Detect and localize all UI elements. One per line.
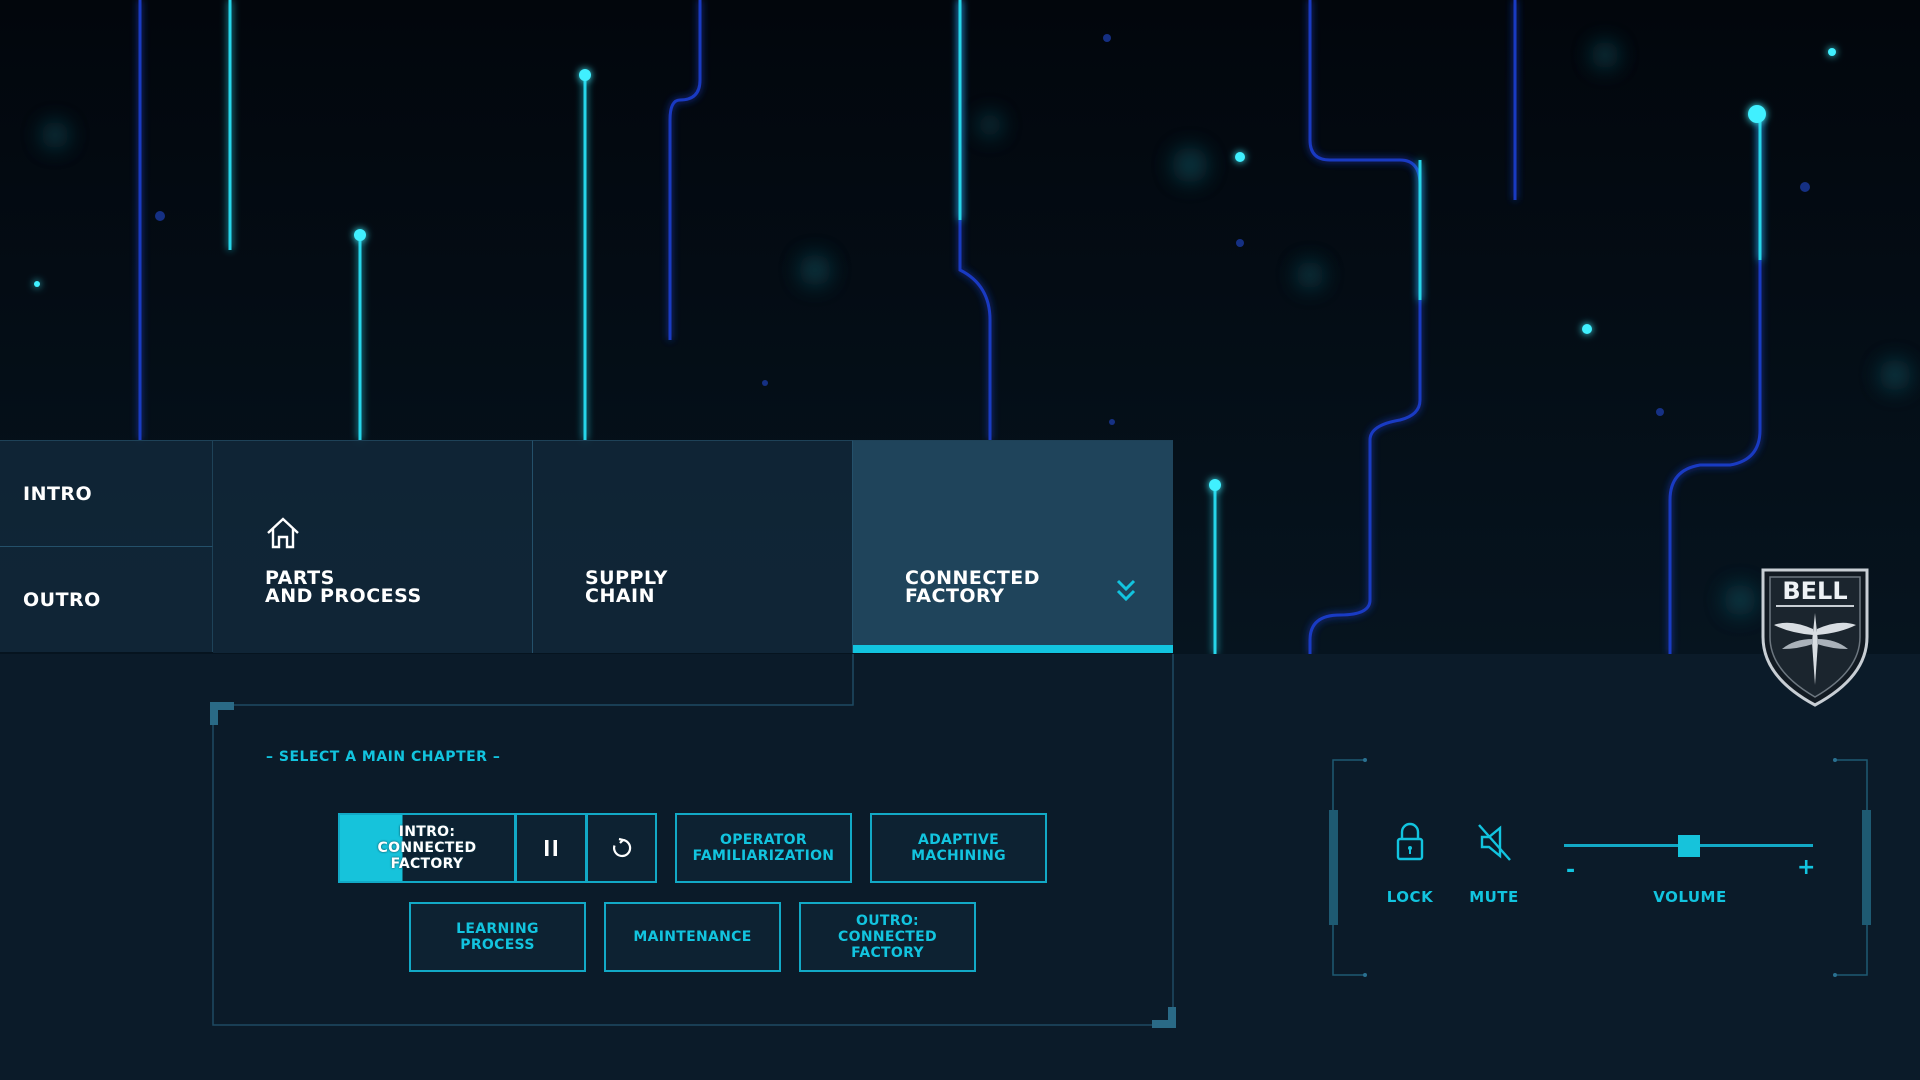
tab-parts-and-process[interactable]: PARTS AND PROCESS [213,440,533,653]
tab-supply-chain[interactable]: SUPPLY CHAIN [533,440,853,653]
volume-plus-button[interactable]: + [1797,855,1815,880]
chapter-intro-label: INTRO: CONNECTED FACTORY [377,824,477,872]
chapter-learning-process-button[interactable]: LEARNING PROCESS [409,902,586,972]
replay-button[interactable] [586,813,657,883]
tab-connected-factory[interactable]: CONNECTED FACTORY [853,440,1173,653]
chevron-double-down-icon[interactable] [1115,577,1137,605]
volume-slider-thumb[interactable] [1678,835,1700,857]
pause-icon [545,840,557,856]
pause-button[interactable] [515,813,587,883]
nav-intro-label: INTRO [23,482,93,505]
chapter-prompt: – SELECT A MAIN CHAPTER – [266,749,501,765]
tab-supply-chain-label: SUPPLY CHAIN [585,567,668,607]
tab-parts-and-process-label: PARTS AND PROCESS [265,567,422,607]
nav-outro[interactable]: OUTRO [0,546,213,652]
chapter-operator-familiarization-button[interactable]: OPERATOR FAMILIARIZATION [675,813,852,883]
volume-label: VOLUME [1653,888,1727,906]
mute-label: MUTE [1469,888,1519,906]
nav-outro-label: OUTRO [23,588,101,611]
home-icon [267,517,299,549]
nav-intro[interactable]: INTRO [0,440,213,546]
volume-minus-button[interactable]: - [1566,858,1575,883]
chapter-outro-connected-factory-button[interactable]: OUTRO: CONNECTED FACTORY [799,902,976,972]
controls-frame [1329,758,1871,977]
mute-icon[interactable] [1474,820,1514,864]
lock-icon[interactable] [1390,820,1430,864]
lock-label: LOCK [1386,888,1434,906]
bell-logo-text: BELL [1782,577,1847,605]
chapter-intro-connected-factory-button[interactable]: INTRO: CONNECTED FACTORY [338,813,516,883]
chapter-maintenance-button[interactable]: MAINTENANCE [604,902,781,972]
replay-icon [612,837,631,858]
chapter-adaptive-machining-button[interactable]: ADAPTIVE MACHINING [870,813,1047,883]
tab-connected-factory-label: CONNECTED FACTORY [905,567,1041,607]
bell-logo: BELL [1761,568,1869,707]
